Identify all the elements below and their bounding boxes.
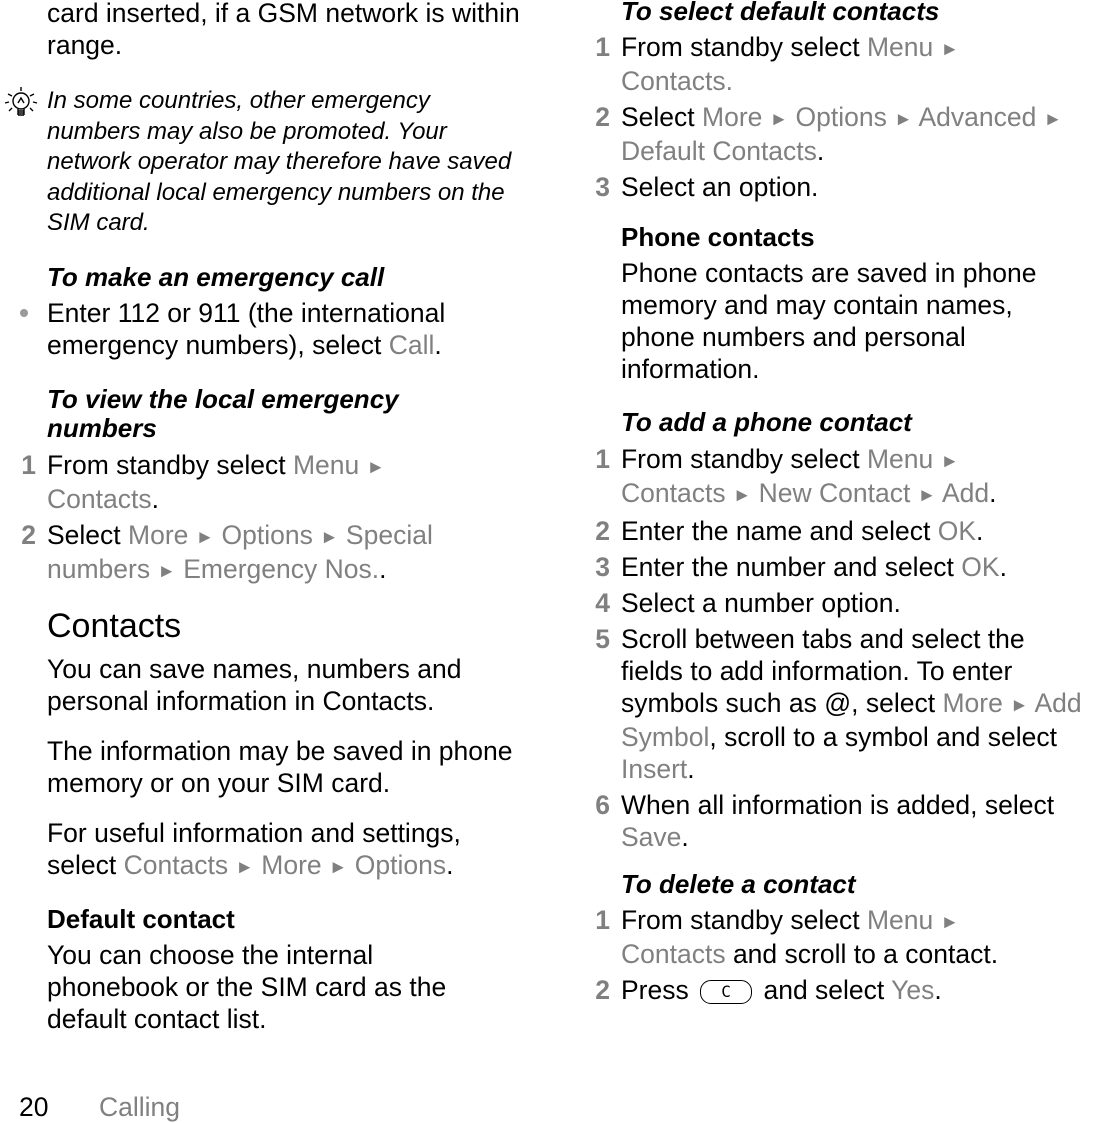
bullet-dot-icon [20, 309, 28, 317]
step-6: 6 When all information is added, select … [595, 790, 1055, 852]
step-1: 1 From standby select Menu ► Contacts. [21, 450, 385, 514]
intro-text: card inserted, if a GSM network is withi… [47, 0, 520, 60]
section-name: Calling [99, 1092, 181, 1122]
contacts-section-title: Contacts [47, 607, 182, 645]
arrow-right-icon: ► [320, 526, 339, 547]
local-numbers-heading: To view the local emergency numbers [47, 384, 399, 443]
select-default-heading: To select default contacts [621, 0, 940, 26]
step-2: 2 Select More ► Options ► Special number… [21, 520, 433, 584]
arrow-right-icon: ► [894, 108, 913, 129]
contacts-paragraph-2: The information may be saved in phone me… [47, 736, 513, 798]
page-number: 20 [19, 1092, 49, 1122]
step-1: 1 From standby select Menu ► Contacts and… [595, 905, 999, 969]
step-3: 3 Select an option. [595, 172, 819, 202]
select-default-steps: 1 From standby select Menu ► Contacts. 2 … [595, 31, 1103, 203]
phone-contacts-heading: Phone contacts [621, 222, 815, 252]
contacts-paragraph-1: You can save names, numbers and personal… [47, 654, 462, 716]
call-menu-item: Call [388, 330, 435, 360]
arrow-right-icon: ► [769, 108, 789, 129]
contacts-paragraph-3: For useful information and settings, sel… [47, 818, 461, 880]
step-1: 1 From standby select Menu ► Contacts. [595, 32, 959, 96]
step-5: 5 Scroll between tabs and select the fie… [595, 624, 1082, 784]
add-contact-steps: 1 From standby select Menu ► Contacts ► N… [595, 443, 1103, 853]
step-4: 4 Select a number option. [595, 588, 901, 618]
default-contact-text: You can choose the internal phonebook or… [47, 940, 447, 1034]
arrow-right-icon: ► [366, 456, 385, 477]
arrow-right-icon: ► [329, 856, 348, 877]
step-2: 2 Enter the name and select OK. [595, 516, 984, 546]
delete-contact-steps: 1 From standby select Menu ► Contacts and… [595, 904, 1103, 1006]
add-contact-heading: To add a phone contact [621, 407, 912, 437]
arrow-right-icon: ► [1010, 694, 1029, 715]
lightbulb-icon [4, 87, 38, 116]
arrow-right-icon: ► [157, 560, 176, 581]
phone-contacts-text: Phone contacts are saved in phone memory… [621, 258, 1037, 384]
delete-contact-heading: To delete a contact [621, 869, 856, 899]
arrow-right-icon: ► [940, 38, 959, 59]
arrow-right-icon: ► [1043, 108, 1063, 129]
tip-note: In some countries, other emergency numbe… [4, 86, 517, 239]
step-2: 2 Select More ► Options ► Advanced ► Defa… [595, 102, 1063, 166]
arrow-right-icon: ► [195, 526, 215, 547]
arrow-right-icon: ► [940, 911, 959, 932]
step-1: 1 From standby select Menu ► Contacts ► N… [595, 444, 997, 508]
arrow-right-icon: ► [732, 484, 752, 505]
arrow-right-icon: ► [235, 856, 254, 877]
arrow-right-icon: ► [940, 450, 959, 471]
emergency-call-heading: To make an emergency call [47, 262, 385, 292]
step-2: 2 Press C and select Yes. [595, 975, 942, 1005]
arrow-right-icon: ► [917, 484, 937, 505]
local-numbers-steps: 1 From standby select Menu ► Contacts. 2 … [21, 449, 517, 587]
step-3: 3 Enter the number and select OK. [595, 552, 1007, 582]
tip-text: In some countries, other emergency numbe… [47, 87, 512, 236]
default-contact-heading: Default contact [47, 904, 235, 934]
c-key-icon: C [700, 980, 753, 1004]
emergency-call-bullet: Enter 112 or 911 (the international emer… [20, 297, 517, 361]
